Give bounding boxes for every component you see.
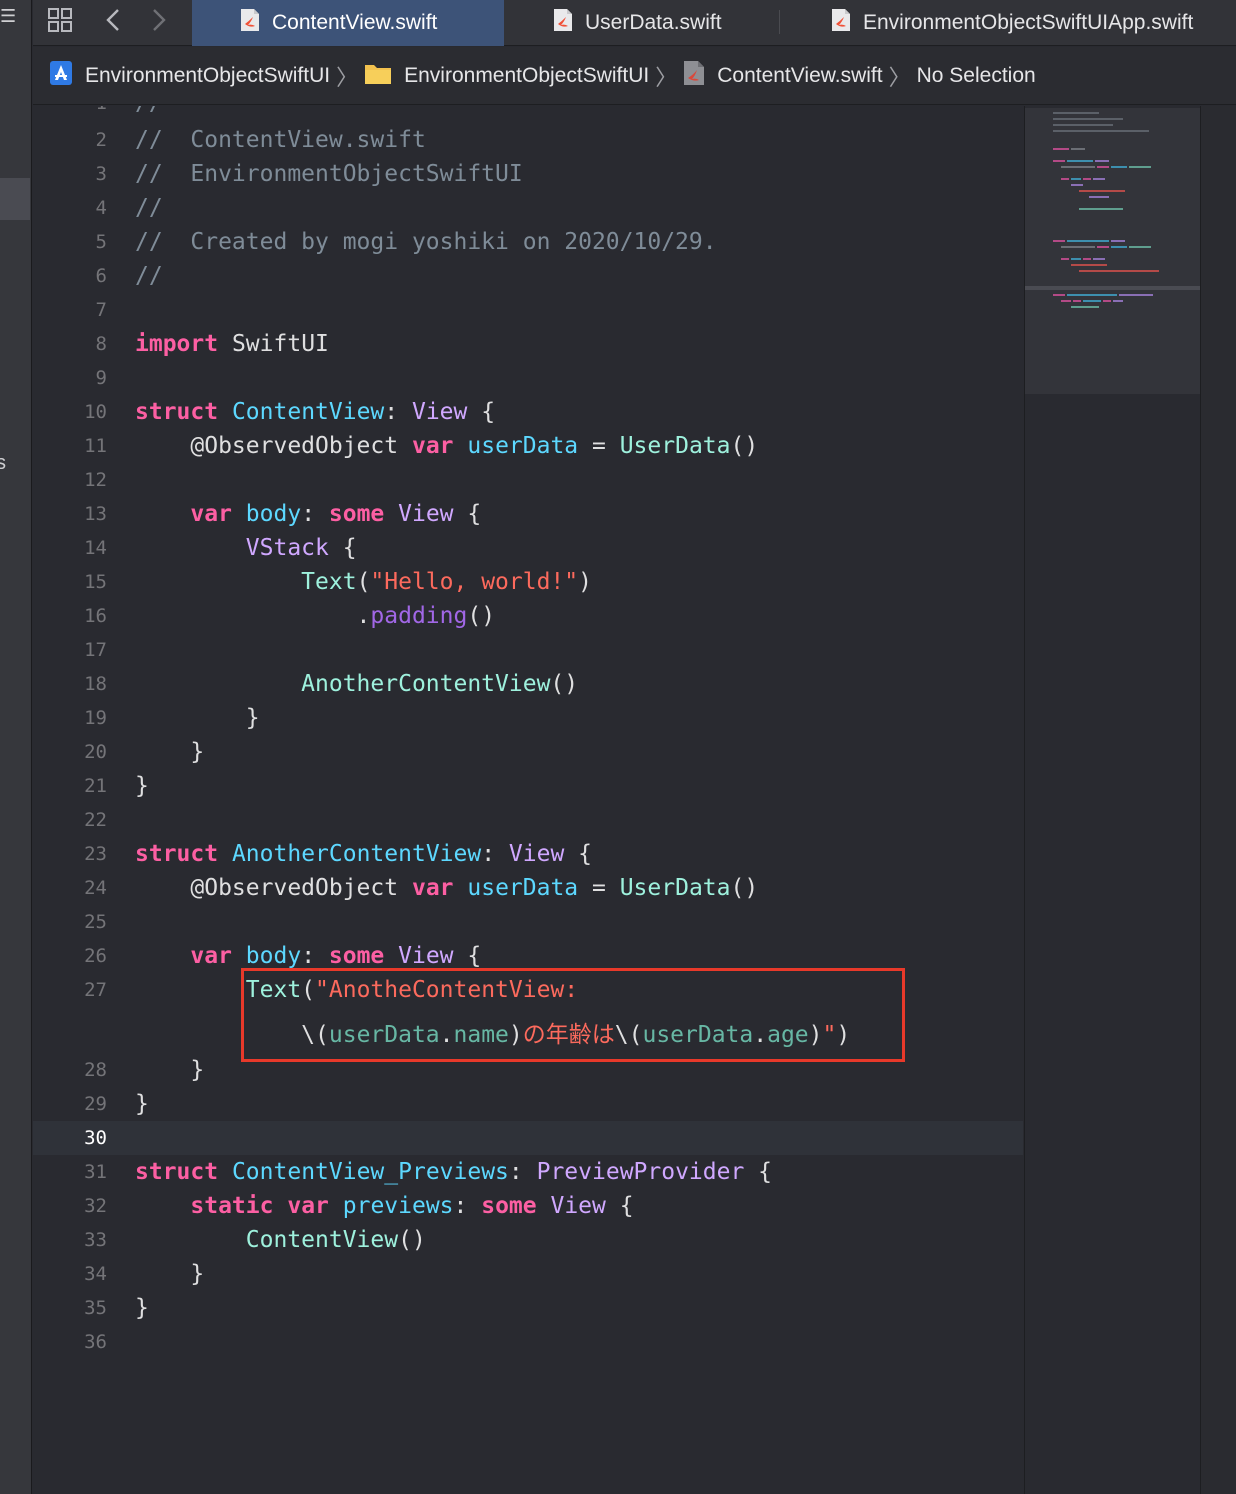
chevron-right-icon: 〉 [336, 64, 359, 90]
breadcrumb-folder[interactable]: EnvironmentObjectSwiftUI [364, 61, 649, 91]
swift-file-icon [831, 8, 851, 38]
breadcrumb-project[interactable]: EnvironmentObjectSwiftUI [49, 60, 330, 92]
code-line: 29} [84, 1091, 149, 1117]
breadcrumb-folder-label: EnvironmentObjectSwiftUI [404, 63, 650, 87]
minimap-current-line [1025, 286, 1201, 290]
grid-icon[interactable] [43, 4, 77, 36]
tab-label: ContentView.swift [272, 11, 438, 34]
code-line: 12 [84, 469, 107, 491]
code-line: 21} [84, 773, 149, 799]
scrollbar-track[interactable] [1200, 106, 1236, 1494]
list-icon: ☰ [0, 6, 17, 27]
code-line: 36 [84, 1331, 107, 1353]
navigator-truncated-text: s [0, 452, 6, 474]
chevron-right-icon: 〉 [888, 64, 911, 90]
code-line: 19 } [84, 705, 260, 731]
swift-file-icon [553, 8, 573, 38]
code-line: 23 struct AnotherContentView: View { [84, 841, 592, 867]
code-line: 25 [84, 911, 107, 933]
code-line: 31 struct ContentView_Previews: PreviewPr… [84, 1159, 773, 1185]
code-line: 33 ContentView() [84, 1227, 426, 1253]
code-line: 2// ContentView.swift [95, 127, 426, 153]
xcode-project-icon [49, 60, 85, 92]
code-line: 32 static var previews: some View { [84, 1193, 634, 1219]
tab-app-swift[interactable]: EnvironmentObjectSwiftUIApp.swift [831, 0, 1236, 46]
code-line: 10 struct ContentView: View { [84, 399, 496, 425]
breadcrumb-symbol[interactable]: No Selection [917, 64, 1036, 88]
swift-file-icon [683, 60, 717, 92]
code-line: 4// [95, 195, 163, 221]
navigator-edge: ☰ s [0, 0, 32, 1494]
code-line: 1// [33, 106, 1023, 120]
code-line: 3// EnvironmentObjectSwiftUI [95, 161, 523, 187]
breadcrumb: EnvironmentObjectSwiftUI 〉 EnvironmentOb… [33, 47, 1236, 105]
tab-label: UserData.swift [585, 11, 722, 34]
code-line: 6// [95, 263, 163, 289]
code-line: 15 Text("Hello, world!") [84, 569, 592, 595]
code-line: 11 @ObservedObject var userData = UserDa… [84, 433, 759, 459]
tab-contentview-swift[interactable]: ContentView.swift [192, 0, 504, 46]
code-line: 20 } [84, 739, 205, 765]
chevron-left-icon[interactable] [99, 4, 127, 36]
code-line: 35} [84, 1295, 149, 1321]
chevron-right-icon: 〉 [655, 64, 678, 90]
tab-bar: ContentView.swift UserData.swift Environ… [33, 0, 1236, 46]
code-line: 18 AnotherContentView() [84, 671, 579, 697]
code-line: 8 import SwiftUI [95, 331, 329, 357]
navigator-selected-row[interactable] [0, 178, 30, 220]
minimap[interactable] [1024, 106, 1201, 1494]
code-line: 14 VStack { [84, 535, 357, 561]
annotation-highlight-box [241, 968, 905, 1062]
code-line: 22 [84, 809, 107, 831]
code-line-current: 30 [33, 1121, 1023, 1155]
code-line: 17 [84, 639, 107, 661]
code-line: 9 [95, 367, 107, 389]
chevron-right-icon[interactable] [145, 4, 173, 36]
swift-file-icon [240, 8, 260, 38]
breadcrumb-symbol-label: No Selection [916, 63, 1036, 87]
tab-label: EnvironmentObjectSwiftUIApp.swift [863, 11, 1194, 34]
folder-icon [364, 61, 404, 91]
code-line: 16 .padding() [84, 603, 496, 629]
minimap-viewport[interactable] [1025, 108, 1201, 394]
code-line: 7 [95, 299, 107, 321]
breadcrumb-file-label: ContentView.swift [717, 63, 883, 87]
code-line: 5// Created by mogi yoshiki on 2020/10/2… [95, 229, 717, 255]
tab-divider [779, 10, 780, 34]
code-line: 13 var body: some View { [84, 501, 482, 527]
breadcrumb-file[interactable]: ContentView.swift [683, 60, 883, 92]
tab-userdata-swift[interactable]: UserData.swift [553, 0, 783, 46]
source-editor[interactable]: 1// 2// ContentView.swift 3// Environmen… [33, 106, 1023, 1494]
code-line: 24 @ObservedObject var userData = UserDa… [84, 875, 759, 901]
breadcrumb-project-label: EnvironmentObjectSwiftUI [85, 63, 331, 87]
code-line: 34 } [84, 1261, 205, 1287]
